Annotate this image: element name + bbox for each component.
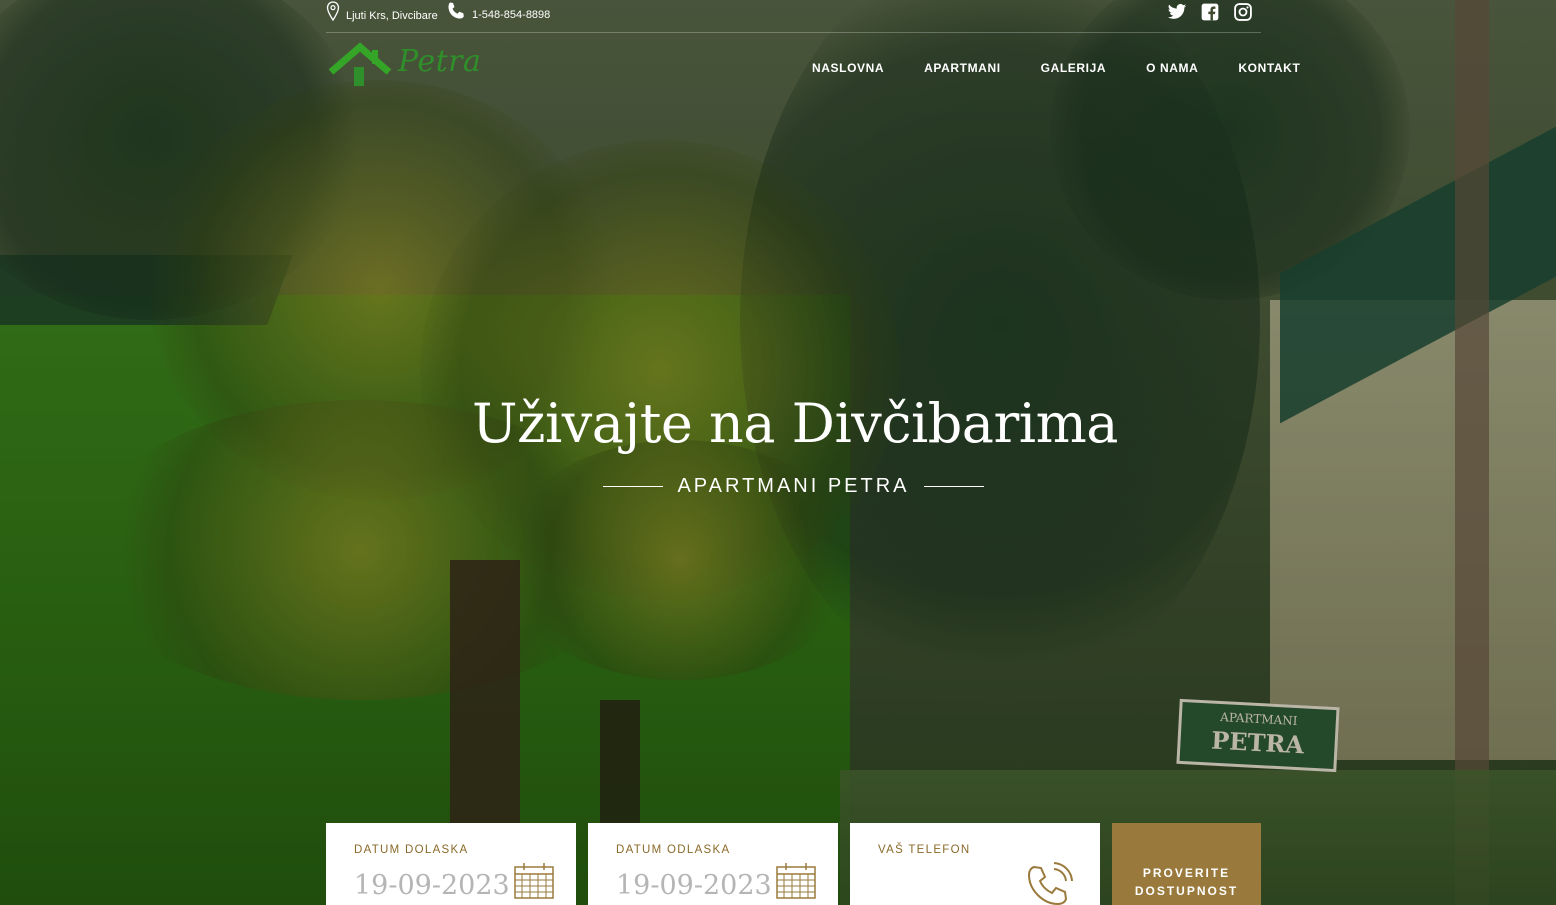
address-text: Ljuti Krs, Divcibare [346, 10, 438, 22]
departure-date-value[interactable]: 19-09-2023 [616, 870, 772, 901]
phone-text: 1-548-854-8898 [472, 9, 551, 21]
calendar-icon[interactable] [776, 863, 816, 904]
instagram-icon[interactable] [1233, 2, 1253, 22]
departure-date-field[interactable]: DATUM ODLASKA 19-09-2023 [588, 823, 838, 905]
house-logo-icon [328, 42, 392, 93]
top-bar: Ljuti Krs, Divcibare 1-548-854-8898 [326, 0, 1261, 33]
phone-icon [446, 1, 466, 21]
arrival-date-label: DATUM DOLASKA [354, 844, 469, 856]
nav-item-kontakt[interactable]: KONTAKT [1238, 61, 1300, 75]
check-availability-line1: PROVERITE [1142, 865, 1231, 880]
check-availability-button[interactable]: PROVERITE DOSTUPNOST [1112, 823, 1261, 905]
phone-field-label: VAŠ TELEFON [878, 844, 971, 856]
subtitle-divider-right [923, 485, 984, 487]
address-info: Ljuti Krs, Divcibare [326, 1, 438, 23]
hero-subtitle-text: APARTMANI PETRA [677, 474, 910, 497]
map-pin-icon [326, 1, 340, 23]
departure-date-label: DATUM ODLASKA [616, 844, 731, 856]
arrival-date-value[interactable]: 19-09-2023 [354, 870, 510, 901]
subtitle-divider-left [603, 485, 663, 487]
calendar-icon[interactable] [514, 863, 554, 904]
logo-text: Petra [398, 44, 482, 79]
hero-title: Uživajte na Divčibarima [472, 392, 1118, 455]
check-availability-line2: DOSTUPNOST [1134, 883, 1239, 898]
hero-subtitle: APARTMANI PETRA [603, 473, 984, 499]
main-nav: NASLOVNA APARTMANI GALERIJA O NAMA KONTA… [812, 61, 1300, 75]
nav-item-o-nama[interactable]: O NAMA [1146, 61, 1198, 75]
facebook-icon[interactable] [1200, 2, 1220, 22]
phone-call-icon [1026, 861, 1078, 905]
social-links [1167, 2, 1253, 22]
twitter-icon[interactable] [1167, 2, 1187, 22]
nav-item-apartmani[interactable]: APARTMANI [924, 61, 1001, 75]
arrival-date-field[interactable]: DATUM DOLASKA 19-09-2023 [326, 823, 576, 905]
phone-field[interactable]: VAŠ TELEFON [850, 823, 1100, 905]
nav-item-naslovna[interactable]: NASLOVNA [812, 61, 884, 75]
nav-item-galerija[interactable]: GALERIJA [1041, 61, 1106, 75]
phone-info[interactable]: 1-548-854-8898 [446, 1, 550, 21]
site-logo[interactable]: Petra [328, 42, 482, 88]
